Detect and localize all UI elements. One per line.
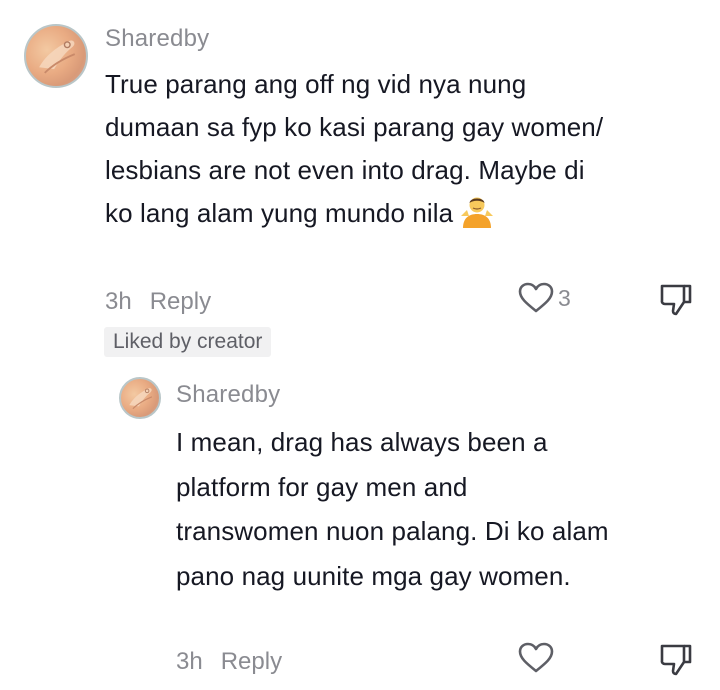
person-shrugging-icon [459,194,495,228]
comment-text: True parang ang off ng vid nya nung duma… [105,63,605,235]
heart-icon [518,282,554,313]
like-button[interactable]: 3 [518,282,571,314]
reply-text: I mean, drag has always been a platform … [176,427,609,591]
thumbs-down-icon [660,644,692,676]
comment-username[interactable]: Sharedby [105,25,209,53]
avatar-image-icon [129,388,153,410]
reply-like-button[interactable] [518,642,554,674]
thumbs-down-icon [660,284,692,316]
reply-dislike-button[interactable] [658,642,694,683]
dislike-button[interactable] [658,282,694,323]
reply-button[interactable]: Reply [150,288,211,315]
comment-meta: 3h Reply [105,288,211,316]
reply-button[interactable]: Reply [221,648,282,675]
reply-time: 3h [176,648,203,675]
reply-username[interactable]: Sharedby [176,381,280,409]
heart-icon [518,642,554,673]
reply-meta: 3h Reply [176,648,282,676]
like-count: 3 [558,284,571,311]
avatar[interactable] [24,24,88,88]
avatar-image-icon [39,40,76,74]
comment-body: True parang ang off ng vid nya nung duma… [105,69,604,228]
reply-avatar[interactable] [119,377,161,419]
comment-time: 3h [105,288,132,315]
liked-by-creator-badge: Liked by creator [104,327,272,357]
